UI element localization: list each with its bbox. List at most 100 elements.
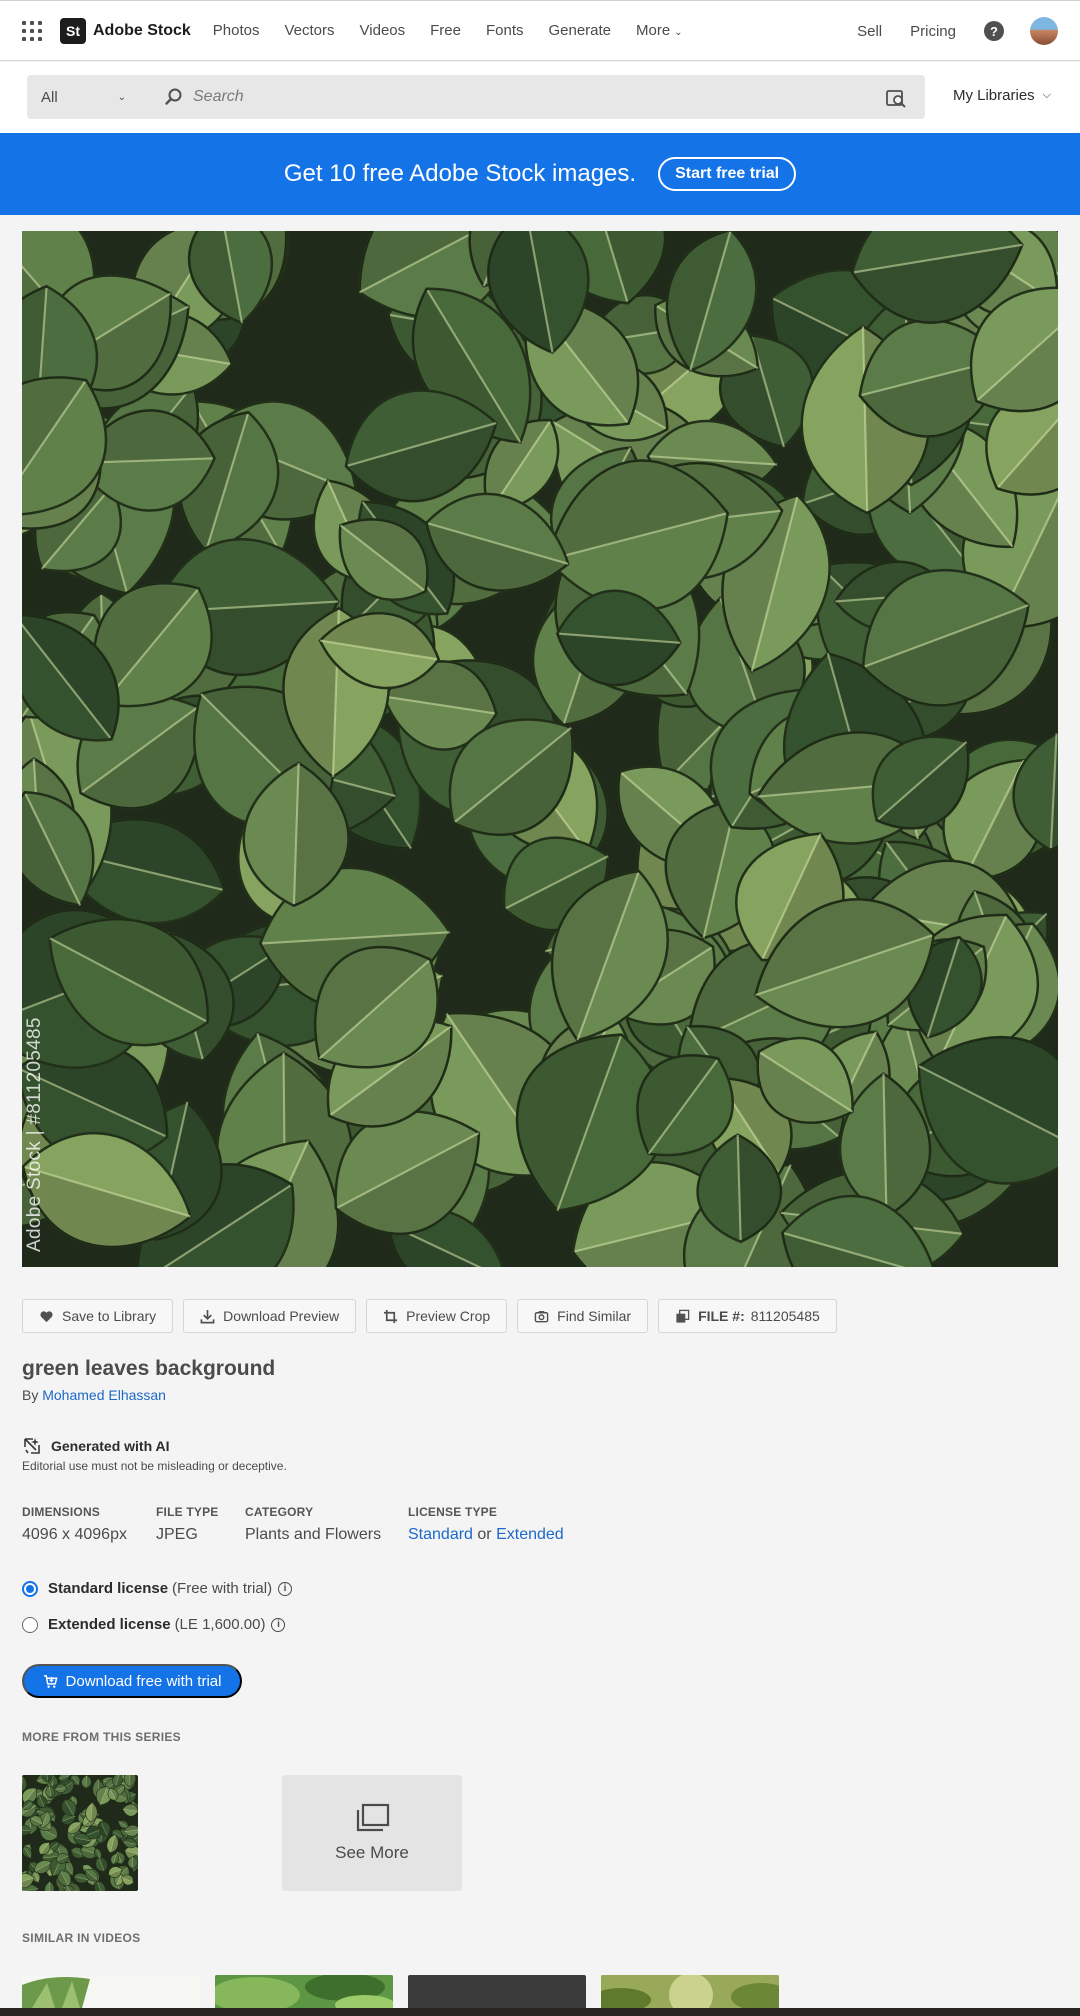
standard-license-option[interactable]: Standard license (Free with trial) i — [22, 1580, 293, 1597]
find-similar-button[interactable]: Find Similar — [517, 1299, 649, 1333]
extended-license-price: (LE 1,600.00) — [174, 1616, 266, 1633]
avatar[interactable] — [1030, 17, 1058, 45]
download-icon — [200, 1309, 215, 1323]
image-watermark: Adobe Stock | #811205485 — [24, 1017, 45, 1252]
preview-crop-label: Preview Crop — [406, 1308, 491, 1324]
find-similar-label: Find Similar — [557, 1308, 632, 1324]
file-number-label: FILE #: — [698, 1308, 745, 1324]
nav-videos[interactable]: Videos — [360, 22, 406, 39]
preview-crop-button[interactable]: Preview Crop — [366, 1299, 508, 1333]
start-free-trial-button[interactable]: Start free trial — [658, 157, 797, 191]
nav-photos[interactable]: Photos — [213, 22, 260, 39]
file-number-button[interactable]: FILE #: 811205485 — [658, 1299, 837, 1333]
ai-generated-title: Generated with AI — [51, 1438, 170, 1454]
file-number-value: 811205485 — [750, 1308, 820, 1324]
info-icon[interactable]: i — [278, 1581, 293, 1596]
video-thumbnail-image — [22, 1977, 90, 2008]
adobe-stock-logo: St — [60, 17, 86, 44]
chevron-down-icon: ⌄ — [674, 27, 683, 38]
nav-fonts[interactable]: Fonts — [486, 22, 524, 39]
search-input[interactable] — [193, 75, 833, 119]
main-nav: Photos Vectors Videos Free Fonts Generat… — [213, 22, 708, 39]
extended-license-option[interactable]: Extended license (LE 1,600.00) i — [22, 1616, 286, 1633]
see-more-label: See More — [335, 1843, 409, 1862]
standard-license-radio[interactable] — [22, 1580, 38, 1597]
brand-logo-link[interactable]: St Adobe Stock — [60, 17, 191, 44]
cart-icon — [43, 1674, 58, 1688]
video-thumbnail[interactable] — [408, 1975, 586, 2008]
nav-generate[interactable]: Generate — [548, 22, 611, 39]
search-icon — [165, 88, 182, 105]
license-type-value: Standard or Extended — [408, 1526, 564, 1544]
dimensions-value: 4096 x 4096px — [22, 1526, 127, 1543]
stack-icon — [356, 1803, 390, 1832]
license-type-block: LICENSE TYPE Standard or Extended — [408, 1505, 564, 1544]
info-icon[interactable]: i — [271, 1617, 286, 1632]
download-free-with-trial-label: Download free with trial — [65, 1672, 222, 1690]
file-icon — [676, 1309, 690, 1323]
nav-more[interactable]: More ⌄ — [636, 22, 683, 39]
save-to-library-label: Save to Library — [62, 1308, 157, 1324]
chevron-down-icon: ⌵ — [1042, 89, 1051, 101]
download-preview-label: Download Preview — [223, 1308, 340, 1324]
my-libraries-button[interactable]: My Libraries ⌵ — [953, 87, 1051, 104]
nav-sell[interactable]: Sell — [857, 23, 882, 40]
standard-license-link[interactable]: Standard — [408, 1526, 473, 1543]
byline: By Mohamed Elhassan — [22, 1387, 166, 1403]
ai-generated-notice: Generated with AI — [22, 1436, 170, 1456]
category-block: CATEGORY Plants and Flowers — [245, 1505, 381, 1544]
extended-license-radio[interactable] — [22, 1616, 38, 1633]
extended-license-name: Extended license — [48, 1616, 171, 1633]
asset-actions: Save to Library Download Preview Preview… — [22, 1299, 847, 1333]
search-scope-value: All — [41, 88, 58, 106]
chevron-down-icon: ⌄ — [117, 91, 126, 103]
file-type-value: JPEG — [156, 1526, 198, 1543]
category-link[interactable]: Plants and Flowers — [245, 1526, 381, 1544]
stock-image-preview[interactable] — [22, 231, 1058, 1267]
download-preview-button[interactable]: Download Preview — [183, 1299, 357, 1333]
author-link[interactable]: Mohamed Elhassan — [42, 1387, 166, 1403]
nav-pricing[interactable]: Pricing — [910, 23, 956, 40]
top-navigation: St Adobe Stock Photos Vectors Videos Fre… — [0, 0, 1080, 61]
save-to-library-button[interactable]: Save to Library — [22, 1299, 174, 1333]
by-label: By — [22, 1387, 39, 1403]
camera-icon — [534, 1310, 549, 1322]
license-or-text: or — [477, 1526, 492, 1543]
bottom-edge — [0, 2008, 1080, 2016]
extended-license-link[interactable]: Extended — [496, 1526, 564, 1543]
heart-icon — [40, 1310, 53, 1322]
nav-right: Sell Pricing ? — [857, 1, 1058, 61]
dimensions-block: DIMENSIONS 4096 x 4096px — [22, 1505, 127, 1544]
search-scope-select[interactable]: All ⌄ — [27, 75, 140, 119]
nav-vectors[interactable]: Vectors — [285, 22, 335, 39]
apps-grid-icon[interactable] — [22, 20, 42, 41]
search-box — [140, 75, 925, 119]
more-from-series-heading: MORE FROM THIS SERIES — [22, 1730, 181, 1744]
help-icon[interactable]: ? — [984, 21, 1004, 41]
video-thumbnail[interactable] — [601, 1975, 779, 2008]
download-free-with-trial-button[interactable]: Download free with trial — [22, 1664, 242, 1698]
standard-license-name: Standard license — [48, 1580, 169, 1597]
standard-license-price: (Free with trial) — [172, 1580, 273, 1597]
promo-text: Get 10 free Adobe Stock images. — [283, 160, 637, 187]
brand-name: Adobe Stock — [93, 21, 191, 39]
series-thumbnail-image — [22, 1775, 138, 1891]
dimensions-label: DIMENSIONS — [22, 1505, 101, 1519]
file-type-block: FILE TYPE JPEG — [156, 1505, 218, 1544]
asset-title: green leaves background — [22, 1357, 276, 1380]
ai-editorial-note: Editorial use must not be misleading or … — [22, 1459, 287, 1473]
nav-free[interactable]: Free — [430, 22, 461, 39]
video-thumbnail-image — [215, 1975, 393, 2008]
file-type-label: FILE TYPE — [156, 1505, 219, 1519]
my-libraries-label: My Libraries — [952, 87, 1035, 104]
series-thumbnail[interactable] — [22, 1775, 138, 1891]
visual-search-icon[interactable] — [885, 87, 907, 109]
nav-more-label: More — [636, 22, 671, 39]
video-thumbnail[interactable] — [215, 1975, 393, 2008]
promo-banner: Get 10 free Adobe Stock images. Start fr… — [0, 133, 1080, 215]
license-type-label: LICENSE TYPE — [408, 1505, 498, 1519]
ai-generated-icon — [24, 1438, 40, 1454]
category-label: CATEGORY — [245, 1505, 314, 1519]
video-thumbnail[interactable] — [22, 1975, 200, 2008]
see-more-button[interactable]: See More — [282, 1775, 462, 1891]
